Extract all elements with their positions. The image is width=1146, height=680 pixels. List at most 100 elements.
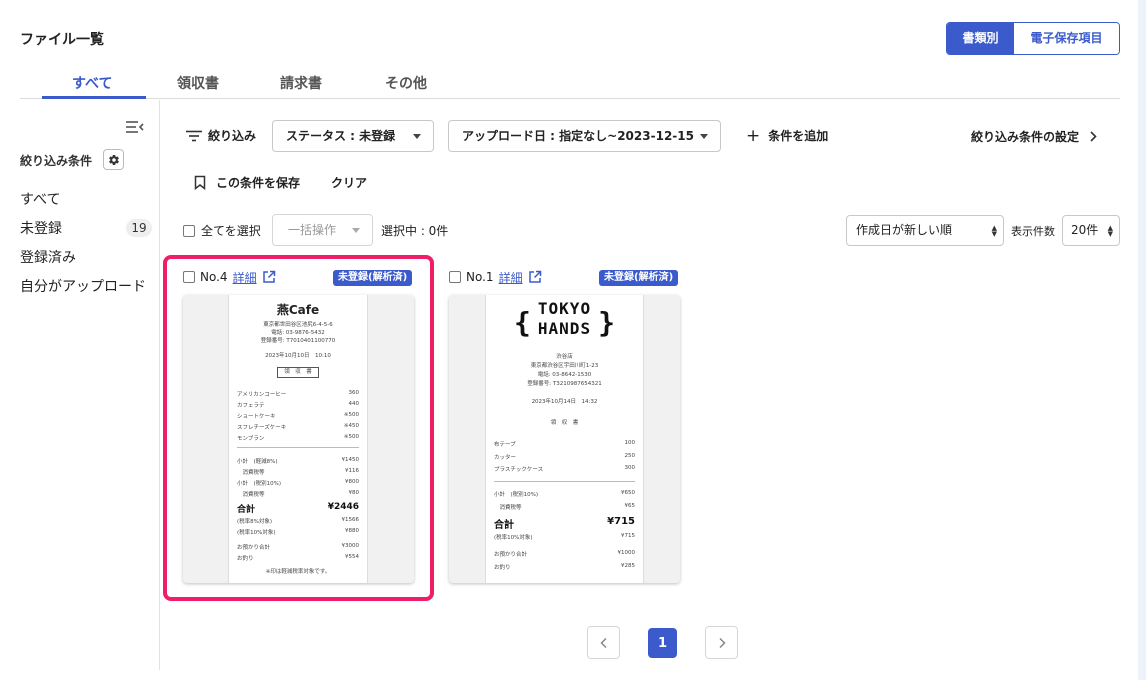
per-page-label: 表示件数 — [1011, 225, 1055, 238]
receipt-subtotal-price: ¥65 — [624, 503, 636, 509]
upload-date-filter-value: アップロード日 : 指定なし~2023-12-15 — [462, 129, 694, 143]
receipt-subtotal-price: ¥800 — [345, 479, 359, 485]
clear-filters-button[interactable]: クリア — [331, 174, 367, 191]
external-link-icon[interactable] — [528, 270, 542, 284]
condition-settings-link[interactable]: 絞り込み条件の設定 — [971, 128, 1097, 145]
page-button-current[interactable]: 1 — [648, 628, 677, 658]
receipt-subtotal-name: 消費税等 — [237, 492, 265, 498]
file-card[interactable]: No.4 詳細 未登録(解析済) 燕Cafe 東京都世田谷区池尻6-4-5-6 … — [183, 267, 452, 612]
sidebar: 絞り込み条件 すべて 未登録 19 登録済み 自分がアップロード — [0, 100, 160, 670]
card-checkbox[interactable] — [449, 271, 461, 283]
sidebar-item-my-uploads[interactable]: 自分がアップロード — [20, 276, 146, 296]
page-title: ファイル一覧 — [20, 32, 104, 48]
receipt-subtotal-price: ¥650 — [621, 490, 635, 496]
logo-line-1: TOKYO — [537, 299, 592, 318]
filter-settings-button[interactable] — [103, 149, 124, 170]
receipt-image: 燕Cafe 東京都世田谷区池尻6-4-5-6 電話: 03-9876-5432 … — [228, 295, 368, 583]
logo-line-2: HANDS — [537, 319, 592, 338]
select-all-checkbox-group[interactable]: 全てを選択 — [183, 222, 261, 239]
receipt-item-price: 300 — [624, 465, 636, 471]
filter-toggle-button[interactable]: 絞り込み — [186, 127, 256, 144]
sidebar-item-registered[interactable]: 登録済み — [20, 247, 76, 267]
receipt-total-label: 合計 — [237, 505, 256, 515]
gear-icon — [108, 154, 119, 165]
receipt-item-price: ※500 — [343, 434, 359, 440]
select-all-label: 全てを選択 — [201, 224, 261, 238]
select-all-checkbox[interactable] — [183, 224, 195, 237]
add-condition-label: 条件を追加 — [768, 129, 829, 143]
receipt-thumbnail[interactable]: { TOKYO HANDS } 渋谷店 東京都渋谷区宇田川町1-23 電話: 0… — [449, 295, 680, 583]
receipt-item-price: 250 — [624, 453, 636, 459]
receipt-tax-name: (税率10%対象) — [494, 535, 533, 541]
receipt-phone: 電話: 03-9876-5432 — [271, 330, 325, 336]
receipt-payment-name: お預かり合計 — [494, 552, 528, 558]
bookmark-icon — [194, 175, 206, 190]
receipt-subtotal-name: 小計 (税別10%) — [237, 481, 282, 487]
receipt-registration: 登録番号: T7010401100770 — [260, 338, 336, 344]
bulk-action-select[interactable]: 一括操作 — [272, 214, 373, 246]
receipt-payment-price: ¥554 — [345, 554, 359, 560]
receipt-registration: 登録番号: T3210987654321 — [527, 381, 602, 387]
card-number: No.4 — [200, 270, 228, 284]
receipt-subtotal-price: ¥116 — [345, 468, 359, 474]
add-condition-button[interactable]: + 条件を追加 — [746, 127, 828, 144]
receipt-payment-name: お釣り — [237, 556, 254, 562]
filter-conditions-heading: 絞り込み条件 — [20, 154, 93, 168]
card-checkbox[interactable] — [183, 271, 195, 283]
next-page-button[interactable] — [705, 626, 738, 659]
tab-all[interactable]: すべて — [72, 73, 112, 93]
tab-other[interactable]: その他 — [385, 73, 427, 93]
view-by-document-button[interactable]: 書類別 — [947, 23, 1014, 54]
sort-order-select[interactable]: 作成日が新しい順 ▲ ▼ — [846, 215, 1004, 246]
status-filter-select[interactable]: ステータス : 未登録 — [272, 120, 434, 152]
receipt-payment-price: ¥3000 — [341, 543, 360, 549]
bulk-action-value: 一括操作 — [288, 223, 337, 237]
receipt-subtotal-price: ¥80 — [348, 490, 360, 496]
active-tab-indicator — [42, 96, 146, 99]
save-condition-button[interactable]: この条件を保存 — [194, 174, 300, 191]
receipt-doc-type: 領 収 書 — [277, 367, 319, 378]
tab-receipt[interactable]: 領収書 — [177, 73, 219, 93]
select-arrows-icon: ▲ ▼ — [1107, 224, 1113, 238]
card-detail-link[interactable]: 詳細 — [233, 269, 257, 286]
receipt-tax-name: (税率10%対象) — [237, 530, 276, 536]
receipt-phone: 電話: 03-8642-1530 — [537, 372, 592, 378]
receipt-total: ¥715 — [607, 516, 635, 527]
sidebar-item-all[interactable]: すべて — [20, 189, 60, 209]
receipt-note: ※印は軽減税率対象です。 — [265, 569, 331, 575]
tab-invoice[interactable]: 請求書 — [280, 73, 322, 93]
card-number: No.1 — [466, 270, 494, 284]
receipt-store-name: 燕Cafe — [276, 303, 320, 317]
receipt-subtotal-price: ¥1450 — [341, 457, 360, 463]
upload-date-filter-select[interactable]: アップロード日 : 指定なし~2023-12-15 — [448, 120, 721, 152]
sidebar-item-unregistered[interactable]: 未登録 — [20, 218, 62, 238]
chevron-right-icon — [718, 637, 726, 648]
chevron-right-icon — [1090, 131, 1097, 142]
receipt-payment-price: ¥1000 — [617, 550, 636, 556]
unregistered-count-badge: 19 — [126, 219, 152, 237]
receipt-address: 東京都渋谷区宇田川町1-23 — [530, 363, 599, 369]
receipt-address: 東京都世田谷区池尻6-4-5-6 — [263, 322, 333, 328]
view-by-storage-item-button[interactable]: 電子保存項目 — [1014, 23, 1119, 54]
receipt-datetime: 2023年10月14日 14:32 — [531, 399, 598, 405]
chevron-down-icon — [413, 134, 421, 139]
view-toggle: 書類別 電子保存項目 — [946, 22, 1120, 55]
receipt-item-name: カフェラテ — [237, 403, 265, 409]
receipt-item-name: ショートケーキ — [237, 414, 276, 420]
chevron-down-icon — [352, 228, 360, 233]
card-detail-link[interactable]: 詳細 — [499, 269, 523, 286]
external-link-icon[interactable] — [262, 270, 276, 284]
save-condition-label: この条件を保存 — [216, 176, 301, 190]
prev-page-button[interactable] — [587, 626, 620, 659]
scrollbar-track[interactable] — [1138, 0, 1146, 680]
status-badge: 未登録(解析済) — [333, 270, 413, 286]
receipt-item-name: スフレチーズケーキ — [237, 425, 287, 431]
collapse-sidebar-icon[interactable] — [126, 120, 144, 134]
receipt-item-name: プラスチックケース — [494, 467, 544, 473]
per-page-value: 20件 — [1071, 223, 1099, 237]
file-card[interactable]: No.1 詳細 未登録(解析済) { TOKYO HANDS } 渋谷店 東京都… — [449, 267, 718, 612]
receipt-thumbnail[interactable]: 燕Cafe 東京都世田谷区池尻6-4-5-6 電話: 03-9876-5432 … — [183, 295, 414, 583]
document-type-tabs: すべて 領収書 請求書 その他 — [20, 64, 1120, 99]
per-page-select[interactable]: 20件 ▲ ▼ — [1062, 215, 1120, 246]
receipt-payment-name: お釣り — [494, 565, 511, 571]
